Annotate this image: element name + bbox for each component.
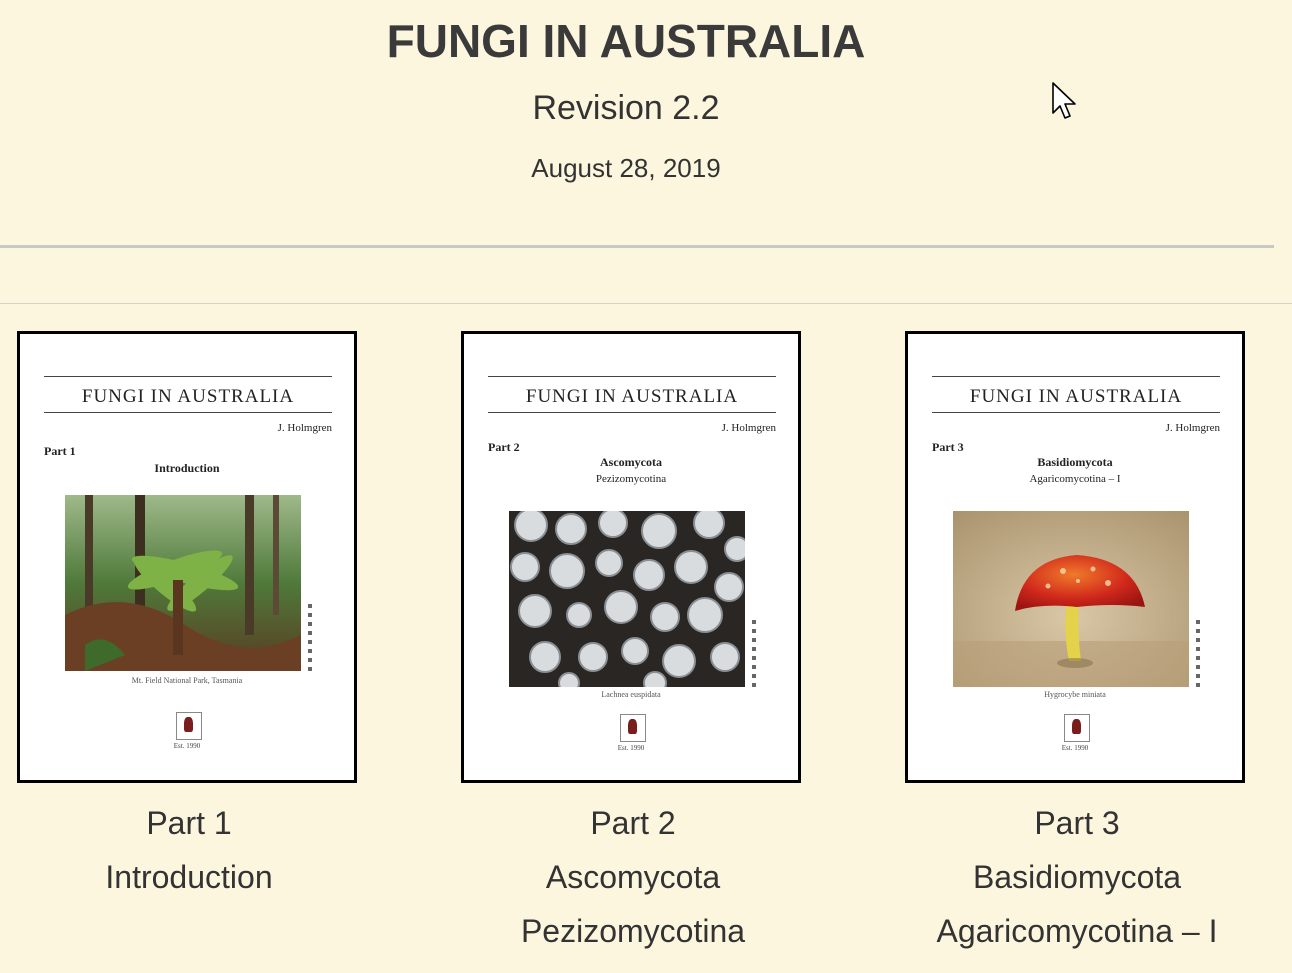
cover-part-label: Part 3 [932,440,964,454]
cover-author: J. Holmgren [1165,422,1220,434]
caption-subtitle: Pezizomycotina [520,913,746,949]
mushroom-photo [953,511,1189,687]
cover-image-part-3[interactable]: FUNGI IN AUSTRALIA J. Holmgren Part 3 Ba… [905,331,1245,783]
cover-part-name: Ascomycota [600,455,662,469]
revision-date: August 28, 2019 [531,153,721,183]
publisher-logo [1064,714,1090,742]
cover-rule [932,376,1220,377]
publisher-mark: Est. 1990 [617,744,645,752]
cover-rule [44,376,332,377]
cover-part-label: Part 1 [44,444,76,458]
volume-card-part-3: FUNGI IN AUSTRALIA J. Holmgren Part 3 Ba… [905,331,1249,958]
cover-part-name: Introduction [154,461,220,475]
cover-side-text [1196,620,1200,690]
cup-fungi-photo [509,511,745,687]
cover-author: J. Holmgren [721,422,776,434]
cover-title: FUNGI IN AUSTRALIA [969,386,1183,407]
volume-card-part-1: FUNGI IN AUSTRALIA J. Holmgren Part 1 In… [17,331,361,958]
volume-caption: Part 1 Introduction [17,796,361,958]
volume-caption: Part 2 Ascomycota Pezizomycotina [461,796,805,958]
publisher-mark: Est. 1990 [173,742,201,750]
cover-part-subtitle: Pezizomycotina [595,473,667,485]
cover-image-part-2[interactable]: FUNGI IN AUSTRALIA J. Holmgren Part 2 As… [461,331,801,783]
caption-part: Part 2 [590,805,676,841]
caption-title: Basidiomycota [972,859,1182,895]
cover-title: FUNGI IN AUSTRALIA [525,386,739,407]
cover-rule [932,412,1220,413]
caption-title: Introduction [105,859,273,895]
mouse-pointer-icon [1052,82,1076,119]
publisher-logo [620,714,646,742]
volume-caption: Part 3 Basidiomycota Agaricomycotina – I [905,796,1249,958]
cover-image-part-1[interactable]: FUNGI IN AUSTRALIA J. Holmgren Part 1 In… [17,331,357,783]
cover-title: FUNGI IN AUSTRALIA [81,386,295,407]
caption-subtitle [17,904,361,958]
forest-photo [65,495,301,671]
volume-card-part-2: FUNGI IN AUSTRALIA J. Holmgren Part 2 As… [461,331,805,958]
cover-part-subtitle: Agaricomycotina – I [1029,473,1121,485]
publisher-logo [176,712,202,740]
cover-rule [488,376,776,377]
caption-title: Ascomycota [545,859,721,895]
cover-rule [488,412,776,413]
caption-part: Part 3 [1034,805,1120,841]
caption-part: Part 1 [146,805,232,841]
publisher-mark: Est. 1990 [1061,744,1089,752]
cover-rule [44,412,332,413]
section-divider [0,303,1292,304]
cover-part-name: Basidiomycota [1037,455,1113,469]
cover-photo-caption: Lachnea euspidata [601,690,661,699]
cover-side-text [308,604,312,674]
cover-side-text [752,620,756,690]
caption-subtitle: Agaricomycotina – I [936,913,1218,949]
cover-photo-caption: Hygrocybe miniata [1044,690,1106,699]
cover-author: J. Holmgren [277,422,332,434]
page-title: FUNGI IN AUSTRALIA [386,15,866,67]
cover-photo-caption: Mt. Field National Park, Tasmania [131,676,243,685]
cover-part-label: Part 2 [488,440,520,454]
header-divider [0,245,1274,248]
